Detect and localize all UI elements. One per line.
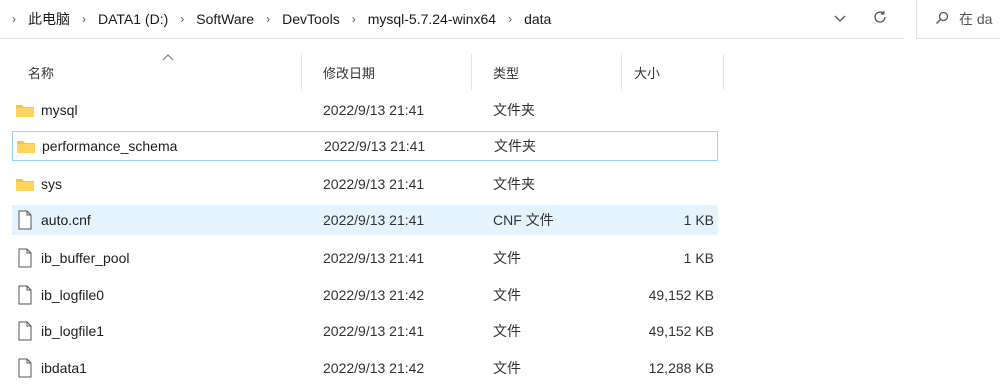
search-box[interactable]: 在 da bbox=[916, 0, 1000, 39]
column-name[interactable]: 名称 bbox=[0, 54, 302, 90]
breadcrumb-data[interactable]: data bbox=[518, 11, 557, 27]
file-size: 49,152 KB bbox=[648, 323, 714, 339]
file-name: sys bbox=[41, 176, 62, 192]
breadcrumb-software[interactable]: SoftWare bbox=[190, 11, 260, 27]
folder-icon bbox=[15, 100, 35, 120]
file-type: 文件夹 bbox=[493, 102, 535, 118]
file-date: 2022/9/13 21:42 bbox=[323, 360, 425, 376]
file-type: 文件夹 bbox=[493, 176, 535, 192]
file-type: 文件夹 bbox=[494, 138, 536, 154]
file-type: 文件 bbox=[493, 323, 521, 339]
refresh-icon bbox=[873, 10, 887, 29]
file-size: 49,152 KB bbox=[648, 287, 714, 303]
breadcrumb: › 此电脑 › DATA1 (D:) › SoftWare › DevTools… bbox=[6, 0, 557, 38]
breadcrumb-drive[interactable]: DATA1 (D:) bbox=[92, 11, 174, 27]
file-name: mysql bbox=[41, 102, 78, 118]
file-row[interactable]: mysql 2022/9/13 21:41 文件夹 bbox=[12, 95, 718, 125]
file-icon bbox=[15, 285, 35, 305]
chevron-right-icon[interactable]: › bbox=[76, 12, 92, 26]
column-date-label: 修改日期 bbox=[323, 65, 376, 81]
file-name: ib_logfile0 bbox=[41, 287, 105, 303]
chevron-right-icon[interactable]: › bbox=[502, 12, 518, 26]
file-row[interactable]: performance_schema 2022/9/13 21:41 文件夹 bbox=[12, 131, 718, 161]
file-date: 2022/9/13 21:41 bbox=[323, 212, 425, 228]
file-date: 2022/9/13 21:41 bbox=[323, 102, 425, 118]
history-dropdown-button[interactable] bbox=[822, 0, 858, 38]
file-name: ib_logfile1 bbox=[41, 323, 105, 339]
file-icon bbox=[15, 210, 35, 230]
refresh-button[interactable] bbox=[862, 0, 898, 38]
column-header-row: 名称 修改日期 类型 大小 bbox=[0, 54, 724, 90]
chevron-right-icon[interactable]: › bbox=[6, 12, 22, 26]
file-name: auto.cnf bbox=[41, 212, 91, 228]
file-row[interactable]: ibdata1 2022/9/13 21:42 文件 12,288 KB bbox=[12, 353, 718, 383]
file-row[interactable]: ib_buffer_pool 2022/9/13 21:41 文件 1 KB bbox=[12, 243, 718, 273]
file-size: 12,288 KB bbox=[648, 360, 714, 376]
column-size[interactable]: 大小 bbox=[621, 54, 724, 90]
file-row[interactable]: sys 2022/9/13 21:41 文件夹 bbox=[12, 169, 718, 199]
file-type: 文件 bbox=[493, 287, 521, 303]
file-type: 文件 bbox=[493, 250, 521, 266]
address-bar[interactable]: › 此电脑 › DATA1 (D:) › SoftWare › DevTools… bbox=[0, 0, 904, 39]
file-icon bbox=[15, 358, 35, 378]
column-type[interactable]: 类型 bbox=[471, 54, 622, 90]
chevron-down-icon bbox=[834, 10, 846, 28]
file-name: ibdata1 bbox=[41, 360, 87, 376]
file-row[interactable]: ib_logfile1 2022/9/13 21:41 文件 49,152 KB bbox=[12, 316, 718, 346]
chevron-right-icon[interactable]: › bbox=[260, 12, 276, 26]
chevron-right-icon[interactable]: › bbox=[346, 12, 362, 26]
breadcrumb-devtools[interactable]: DevTools bbox=[276, 11, 346, 27]
breadcrumb-mysql[interactable]: mysql-5.7.24-winx64 bbox=[362, 11, 502, 27]
file-date: 2022/9/13 21:41 bbox=[323, 250, 425, 266]
breadcrumb-this-pc[interactable]: 此电脑 bbox=[22, 9, 76, 29]
search-input[interactable]: 在 da bbox=[959, 9, 992, 29]
folder-icon bbox=[15, 174, 35, 194]
column-size-label: 大小 bbox=[634, 65, 661, 81]
file-name: performance_schema bbox=[42, 138, 178, 154]
file-name: ib_buffer_pool bbox=[41, 250, 130, 266]
file-icon bbox=[15, 248, 35, 268]
file-date: 2022/9/13 21:41 bbox=[324, 138, 426, 154]
column-date[interactable]: 修改日期 bbox=[301, 54, 472, 90]
file-type: 文件 bbox=[493, 360, 521, 376]
file-icon bbox=[15, 321, 35, 341]
folder-icon bbox=[16, 136, 36, 156]
file-date: 2022/9/13 21:42 bbox=[323, 287, 425, 303]
chevron-right-icon[interactable]: › bbox=[174, 12, 190, 26]
file-date: 2022/9/13 21:41 bbox=[323, 176, 425, 192]
file-date: 2022/9/13 21:41 bbox=[323, 323, 425, 339]
file-type: CNF 文件 bbox=[493, 212, 554, 228]
file-row[interactable]: auto.cnf 2022/9/13 21:41 CNF 文件 1 KB bbox=[12, 205, 718, 235]
column-name-label: 名称 bbox=[28, 65, 55, 81]
file-size: 1 KB bbox=[683, 212, 714, 228]
column-type-label: 类型 bbox=[493, 65, 520, 81]
search-icon bbox=[917, 11, 959, 28]
file-row[interactable]: ib_logfile0 2022/9/13 21:42 文件 49,152 KB bbox=[12, 280, 718, 310]
file-size: 1 KB bbox=[683, 250, 714, 266]
